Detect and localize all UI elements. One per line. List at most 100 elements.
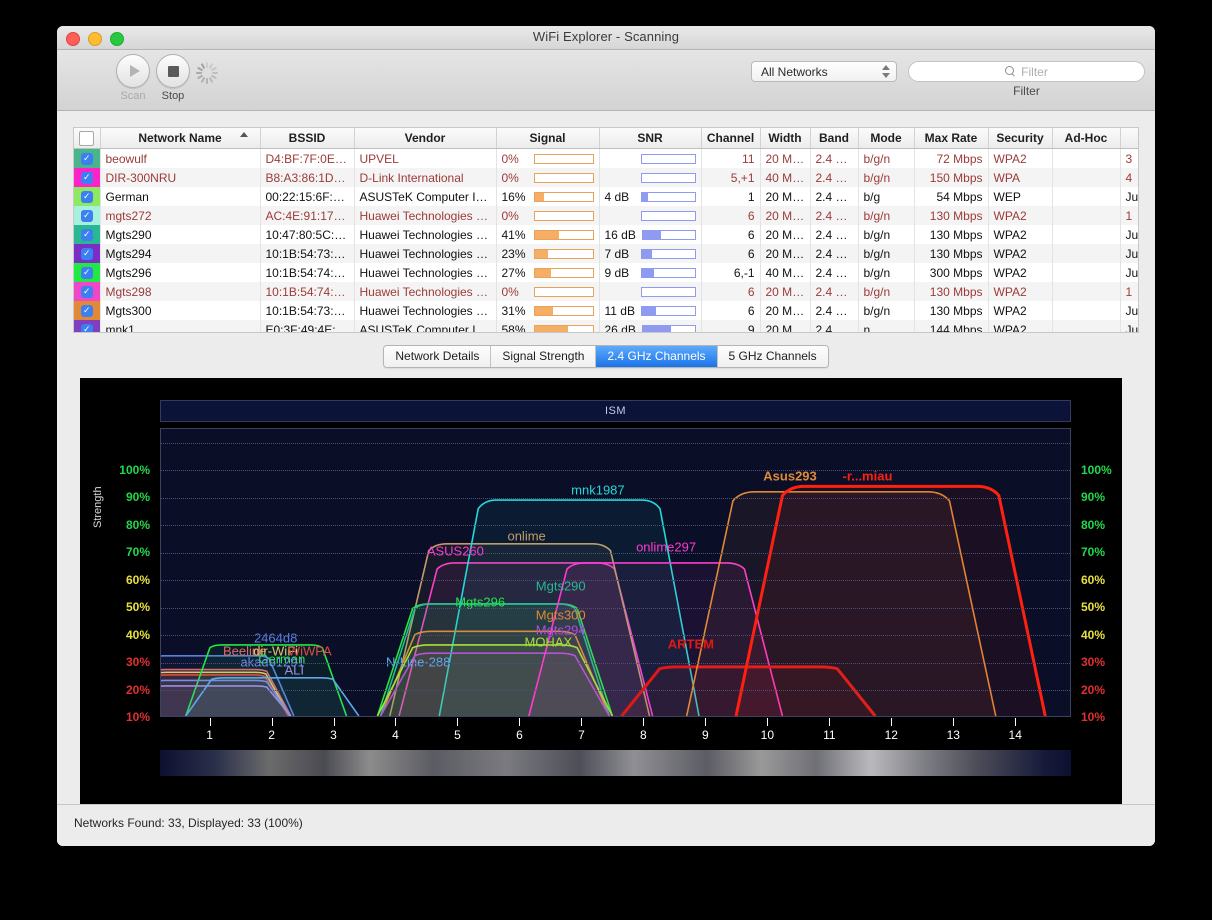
y-tick-left-70: 70%	[125, 545, 150, 560]
x-tick-mark	[457, 718, 459, 726]
column-header-overflow[interactable]	[1120, 128, 1138, 149]
select-all-checkbox[interactable]	[79, 130, 95, 146]
cell-bssid: 10:1B:54:74:…	[260, 282, 355, 301]
y-tick-right-100: 100%	[1081, 462, 1112, 477]
column-header-security[interactable]: Security	[988, 128, 1053, 149]
network-filter-select[interactable]: All Networks	[751, 61, 897, 82]
row-color-swatch[interactable]: ✓	[74, 282, 101, 301]
table-row[interactable]: ✓ Mgts290 10:47:80:5C:… Huawei Technologies…	[74, 225, 1138, 244]
table-row[interactable]: ✓ mnk1 E0:3F:49:4E:… ASUSTeK Computer Inc. 5…	[74, 320, 1138, 332]
tab-signal-strength[interactable]: Signal Strength	[491, 346, 597, 367]
tab-network-details[interactable]: Network Details	[384, 346, 492, 367]
cell-adhoc	[1052, 206, 1121, 225]
column-header-band[interactable]: Band	[810, 128, 859, 149]
column-header-network-name[interactable]: Network Name	[100, 128, 261, 149]
search-input[interactable]: Filter	[908, 61, 1145, 82]
row-checkbox[interactable]: ✓	[80, 247, 93, 260]
row-checkbox[interactable]: ✓	[80, 323, 93, 332]
row-checkbox[interactable]: ✓	[80, 171, 93, 184]
x-tick-label-1: 1	[206, 728, 213, 742]
cell-snr	[599, 168, 702, 187]
cell-snr	[599, 206, 702, 225]
column-header-snr[interactable]: SNR	[599, 128, 702, 149]
cell-channel: 6	[701, 244, 761, 263]
cell-channel: 11	[701, 148, 761, 168]
row-checkbox[interactable]: ✓	[80, 228, 93, 241]
tab-5-ghz-channels[interactable]: 5 GHz Channels	[717, 346, 828, 367]
row-color-swatch[interactable]: ✓	[74, 301, 101, 320]
row-color-swatch[interactable]: ✓	[74, 263, 101, 282]
x-tick-label-3: 3	[330, 728, 337, 742]
table-row[interactable]: ✓ DIR-300NRU B8:A3:86:1D… D-Link Internatio…	[74, 168, 1138, 187]
cell-extra: Ju	[1120, 187, 1138, 206]
table-row[interactable]: ✓ mgts272 AC:4E:91:17… Huawei Technologies …	[74, 206, 1138, 225]
play-icon	[116, 54, 150, 88]
row-color-swatch[interactable]: ✓	[74, 168, 101, 187]
table-row[interactable]: ✓ Mgts298 10:1B:54:74:… Huawei Technologies…	[74, 282, 1138, 301]
x-axis-channels: 1 2 3 4 5 6 7 8 9 10 11 12 13 14	[160, 718, 1071, 744]
column-header-width[interactable]: Width	[760, 128, 811, 149]
row-color-swatch[interactable]: ✓	[74, 225, 101, 244]
networks-table[interactable]: Network Name BSSID Vendor Signal SNR Cha…	[73, 127, 1139, 333]
cell-adhoc	[1052, 148, 1121, 168]
cell-adhoc	[1052, 320, 1121, 332]
x-tick-label-5: 5	[454, 728, 461, 742]
chevron-updown-icon	[882, 65, 890, 78]
gridline	[161, 607, 1070, 610]
cell-maxrate: 130 Mbps	[914, 282, 989, 301]
row-color-swatch[interactable]: ✓	[74, 244, 101, 263]
x-tick-label-14: 14	[1008, 728, 1022, 742]
window-titlebar[interactable]: WiFi Explorer - Scanning	[57, 26, 1155, 50]
column-header-ad-hoc[interactable]: Ad-Hoc	[1052, 128, 1121, 149]
row-checkbox[interactable]: ✓	[80, 209, 93, 222]
stop-button[interactable]: Stop	[146, 54, 200, 102]
network-filter-value: All Networks	[761, 65, 828, 79]
cell-maxrate: 130 Mbps	[914, 301, 989, 320]
column-header-bssid[interactable]: BSSID	[260, 128, 355, 149]
row-checkbox[interactable]: ✓	[80, 304, 93, 317]
cell-signal: 0%	[496, 282, 600, 301]
cell-signal: 16%	[496, 187, 600, 206]
table-row[interactable]: ✓ Mgts294 10:1B:54:73:… Huawei Technologies…	[74, 244, 1138, 263]
cell-maxrate: 130 Mbps	[914, 244, 989, 263]
column-header-max-rate[interactable]: Max Rate	[914, 128, 989, 149]
cell-signal: 41%	[496, 225, 600, 244]
cell-extra: Ju	[1120, 225, 1138, 244]
table-row[interactable]: ✓ beowulf D4:BF:7F:0E… UPVEL 0% 11 20 MHz 2.4 G…	[74, 148, 1138, 168]
filter-caption: Filter	[1013, 84, 1040, 98]
cell-band: 2.4 GHz	[810, 301, 859, 320]
row-color-swatch[interactable]: ✓	[74, 148, 101, 168]
cell-signal: 58%	[496, 320, 600, 332]
row-checkbox[interactable]: ✓	[80, 266, 93, 279]
cell-name: Mgts294	[100, 244, 261, 263]
x-tick-mark	[705, 718, 707, 726]
select-all-header[interactable]	[74, 128, 101, 149]
column-header-vendor[interactable]: Vendor	[354, 128, 497, 149]
row-color-swatch[interactable]: ✓	[74, 206, 101, 225]
x-tick-label-8: 8	[640, 728, 647, 742]
cell-name: Mgts296	[100, 263, 261, 282]
tab-2-4-ghz-channels[interactable]: 2.4 GHz Channels	[596, 346, 718, 367]
x-tick-label-4: 4	[392, 728, 399, 742]
cell-vendor: Huawei Technologies C…	[354, 206, 497, 225]
sort-ascending-icon	[239, 132, 248, 137]
gridline	[161, 662, 1070, 665]
y-tick-left-40: 40%	[125, 627, 150, 642]
row-checkbox[interactable]: ✓	[80, 285, 93, 298]
row-checkbox[interactable]: ✓	[80, 190, 93, 203]
x-tick-mark	[643, 718, 645, 726]
row-color-swatch[interactable]: ✓	[74, 187, 101, 206]
row-checkbox[interactable]: ✓	[80, 152, 93, 165]
table-row[interactable]: ✓ German 00:22:15:6F:… ASUSTeK Computer Inc…	[74, 187, 1138, 206]
row-color-swatch[interactable]: ✓	[74, 320, 101, 332]
cell-band: 2.4 GHz	[810, 148, 859, 168]
cell-bssid: AC:4E:91:17…	[260, 206, 355, 225]
toolbar: Scan Stop All Networks Filter Filter	[57, 50, 1155, 111]
column-header-signal[interactable]: Signal	[496, 128, 600, 149]
table-row[interactable]: ✓ Mgts296 10:1B:54:74:… Huawei Technologies…	[74, 263, 1138, 282]
column-header-mode[interactable]: Mode	[858, 128, 915, 149]
table-row[interactable]: ✓ Mgts300 10:1B:54:73:… Huawei Technologies…	[74, 301, 1138, 320]
cell-name: beowulf	[100, 148, 261, 168]
y-axis-left: 10% 20% 30% 40% 50% 60% 70% 80% 90% 100%	[96, 428, 156, 725]
column-header-channel[interactable]: Channel	[701, 128, 761, 149]
